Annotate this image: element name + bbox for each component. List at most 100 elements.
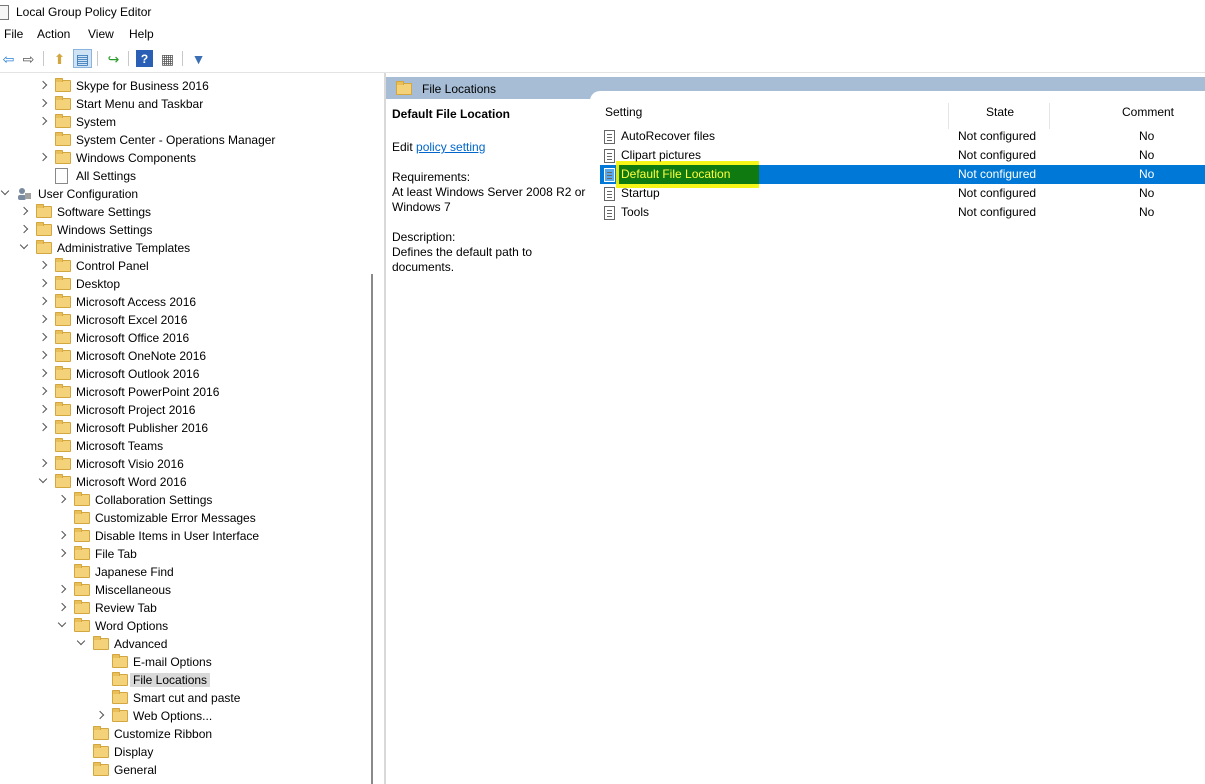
show-hide-tree-icon[interactable]: ▤ <box>73 49 92 68</box>
tree-node[interactable]: Word Options <box>58 617 373 635</box>
tree-node[interactable]: Skype for Business 2016 <box>39 77 373 95</box>
back-arrow-icon[interactable]: ⇦ <box>0 50 17 67</box>
menu-file[interactable]: File <box>4 27 23 41</box>
help-icon[interactable]: ? <box>136 50 153 67</box>
setting-row[interactable]: Default File Location Not configured No <box>600 161 1205 188</box>
tree-node[interactable]: Microsoft Publisher 2016 <box>39 419 373 437</box>
chevron-right-icon[interactable] <box>39 351 48 360</box>
tree-node[interactable]: Web Options... <box>96 707 373 725</box>
tree-node[interactable]: Administrative Templates <box>20 239 360 257</box>
setting-row[interactable]: Tools Not configured No <box>600 203 1205 222</box>
chevron-right-icon[interactable] <box>39 459 48 468</box>
chevron-right-icon[interactable] <box>39 405 48 414</box>
tree-node[interactable]: Customizable Error Messages <box>58 509 373 527</box>
tree-node[interactable]: Microsoft PowerPoint 2016 <box>39 383 373 401</box>
policy-setting-link[interactable]: policy setting <box>416 140 485 154</box>
tree-node[interactable]: Windows Components <box>39 149 373 167</box>
tree-node-label: Start Menu and Taskbar <box>76 97 204 111</box>
chevron-right-icon[interactable] <box>20 207 29 216</box>
column-separator[interactable] <box>948 103 949 129</box>
tree-node[interactable]: System Center - Operations Manager <box>39 131 373 149</box>
tree-node[interactable]: Microsoft OneNote 2016 <box>39 347 373 365</box>
tree-node[interactable]: Software Settings <box>20 203 360 221</box>
filter-icon[interactable]: ▼ <box>190 50 207 67</box>
chevron-right-icon[interactable] <box>39 99 48 108</box>
chevron-right-icon[interactable] <box>39 369 48 378</box>
tree-node[interactable]: File Locations <box>96 671 373 689</box>
folder-icon <box>74 564 90 578</box>
menu-view[interactable]: View <box>88 27 114 41</box>
tree-node[interactable]: Customize Ribbon <box>77 725 373 743</box>
chevron-right-icon[interactable] <box>96 711 105 720</box>
export-list-icon[interactable]: ↪ <box>105 50 122 67</box>
tree-node[interactable]: Review Tab <box>58 599 373 617</box>
folder-icon <box>55 420 71 434</box>
tree-node-label: General <box>114 763 157 777</box>
tree-node[interactable]: Display <box>77 743 373 761</box>
tree-node[interactable]: System <box>39 113 373 131</box>
column-header-setting[interactable]: Setting <box>605 105 642 127</box>
tree-node[interactable]: All Settings <box>39 167 373 185</box>
tree-node[interactable]: Control Panel <box>39 257 373 275</box>
chevron-right-icon[interactable] <box>58 495 67 504</box>
menu-action[interactable]: Action <box>37 27 70 41</box>
chevron-down-icon[interactable] <box>39 477 48 486</box>
chevron-right-icon[interactable] <box>58 549 67 558</box>
column-header-state[interactable]: State <box>986 105 1014 127</box>
tree-node[interactable]: Windows Settings <box>20 221 360 239</box>
tree-node[interactable]: General <box>77 761 373 779</box>
chevron-right-icon[interactable] <box>39 423 48 432</box>
tree-node[interactable]: User Configuration <box>1 185 341 203</box>
forward-arrow-icon[interactable]: ⇨ <box>20 50 37 67</box>
chevron-right-icon[interactable] <box>39 117 48 126</box>
tree-node[interactable]: File Tab <box>58 545 373 563</box>
chevron-right-icon[interactable] <box>39 153 48 162</box>
tree-node[interactable]: Advanced <box>77 635 373 653</box>
chevron-right-icon[interactable] <box>58 585 67 594</box>
tree-scrollbar[interactable] <box>371 274 373 784</box>
tree-node[interactable]: Japanese Find <box>58 563 373 581</box>
chevron-right-icon[interactable] <box>39 297 48 306</box>
chevron-down-icon[interactable] <box>20 243 29 252</box>
chevron-right-icon[interactable] <box>39 333 48 342</box>
tree-node[interactable]: Microsoft Word 2016 <box>39 473 373 491</box>
up-folder-icon[interactable]: ⬆ <box>51 50 68 67</box>
chevron-down-icon[interactable] <box>77 639 86 648</box>
tree-node[interactable]: Disable Items in User Interface <box>58 527 373 545</box>
chevron-right-icon[interactable] <box>39 387 48 396</box>
chevron-right-icon[interactable] <box>39 315 48 324</box>
chevron-right-icon[interactable] <box>39 279 48 288</box>
chevron-right-icon[interactable] <box>58 603 67 612</box>
navigation-tree[interactable]: Skype for Business 2016 Start Menu and Ta… <box>0 73 373 784</box>
setting-row[interactable]: Startup Not configured No <box>600 184 1205 203</box>
properties-icon[interactable]: ▦ <box>159 50 176 67</box>
policy-setting-icon <box>604 130 615 144</box>
tree-node[interactable]: Microsoft Visio 2016 <box>39 455 373 473</box>
chevron-down-icon[interactable] <box>1 189 10 198</box>
menu-help[interactable]: Help <box>129 27 154 41</box>
tree-node[interactable]: Start Menu and Taskbar <box>39 95 373 113</box>
tree-node[interactable]: Microsoft Outlook 2016 <box>39 365 373 383</box>
tree-node[interactable]: Miscellaneous <box>58 581 373 599</box>
tree-node[interactable]: Smart cut and paste <box>96 689 373 707</box>
chevron-down-icon[interactable] <box>58 621 67 630</box>
folder-icon <box>55 474 71 488</box>
tree-node[interactable]: Microsoft Project 2016 <box>39 401 373 419</box>
tree-node[interactable]: Microsoft Teams <box>39 437 373 455</box>
tree-node[interactable]: Microsoft Office 2016 <box>39 329 373 347</box>
tree-node[interactable]: Collaboration Settings <box>58 491 373 509</box>
tree-node[interactable]: E-mail Options <box>96 653 373 671</box>
tree-node[interactable]: Microsoft Excel 2016 <box>39 311 373 329</box>
column-separator[interactable] <box>1049 103 1050 129</box>
chevron-right-icon[interactable] <box>39 81 48 90</box>
column-header-comment[interactable]: Comment <box>1122 105 1174 127</box>
chevron-right-icon[interactable] <box>20 225 29 234</box>
tree-node[interactable]: Microsoft Access 2016 <box>39 293 373 311</box>
folder-icon <box>55 96 71 110</box>
setting-row[interactable]: AutoRecover files Not configured No <box>600 127 1205 146</box>
chevron-right-icon[interactable] <box>39 261 48 270</box>
chevron-right-icon[interactable] <box>58 531 67 540</box>
tree-node[interactable]: Desktop <box>39 275 373 293</box>
